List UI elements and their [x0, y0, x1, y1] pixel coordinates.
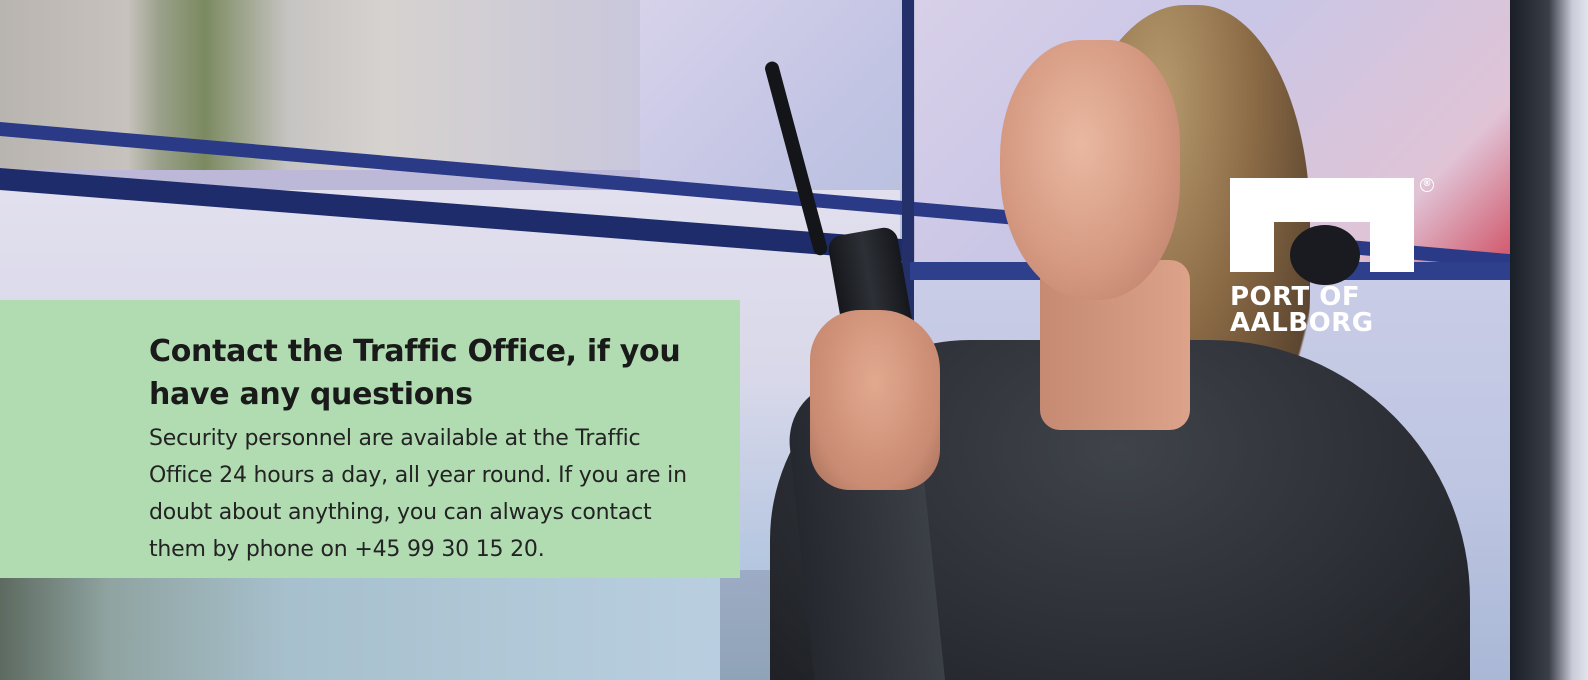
registered-mark: ® [1420, 178, 1434, 192]
card-content: Contact the Traffic Office, if you have … [149, 330, 709, 568]
logo-line-1: PORT OF [1230, 282, 1361, 312]
person-hand [810, 310, 940, 490]
logo-text: PORT OF AALBORG [1230, 284, 1374, 336]
radio-antenna [763, 60, 829, 257]
monitor-panel [0, 0, 640, 170]
card-body: Security personnel are available at the … [149, 426, 687, 562]
person-face [1000, 40, 1180, 300]
port-of-aalborg-logo[interactable]: ® PORT OF AALBORG [1230, 178, 1434, 348]
wall-frame [1510, 0, 1588, 680]
card-title: Contact the Traffic Office, if you have … [149, 334, 681, 412]
contact-info-card: Contact the Traffic Office, if you have … [0, 300, 740, 578]
monitor-panel [0, 570, 720, 680]
logo-line-2: AALBORG [1230, 308, 1374, 338]
logo-mark-icon [1230, 178, 1414, 272]
